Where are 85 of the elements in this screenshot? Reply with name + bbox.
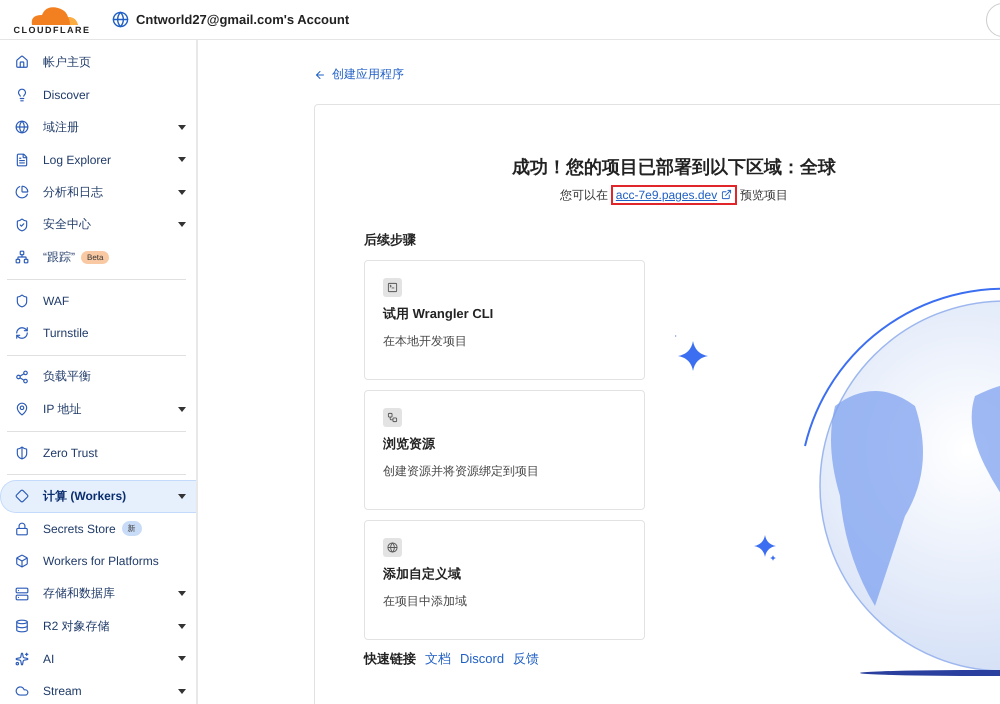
success-title: 成功！您的项目已部署到以下区域：全球	[510, 156, 837, 178]
quick-links-label: 快速链接	[364, 650, 416, 668]
step-description: 创建资源并将资源绑定到项目	[383, 462, 540, 480]
sidebar-item[interactable]: “跟踪” Beta	[0, 241, 196, 274]
nav-label: AI	[43, 652, 54, 666]
nav-icon	[15, 152, 29, 167]
account-name[interactable]: Cntworld27@gmail.com's Account	[136, 12, 350, 27]
sidebar-item[interactable]: Log Explorer	[0, 144, 196, 176]
step-card[interactable]: 试用 Wrangler CLI 在本地开发项目	[364, 260, 645, 380]
back-link[interactable]: 创建应用程序	[314, 66, 404, 83]
step-title: 添加自定义域	[383, 564, 462, 582]
cloudflare-logo[interactable]: CLOUDFLARE	[10, 4, 94, 34]
sidebar-item[interactable]: AI	[0, 642, 196, 675]
sidebar-item[interactable]: Stream	[0, 675, 196, 704]
nav-badge: Beta	[81, 250, 110, 264]
step-card[interactable]: 浏览资源 创建资源并将资源绑定到项目	[364, 390, 645, 510]
sidebar-item[interactable]: 域注册	[0, 111, 196, 144]
nav-icon	[15, 294, 29, 308]
nav-icon	[15, 554, 29, 568]
nav-label: 帐户主页	[43, 54, 91, 71]
quick-link[interactable]: Discord	[460, 651, 504, 666]
sidebar-item[interactable]: 负载平衡	[0, 360, 196, 393]
nav-icon	[15, 55, 29, 70]
sidebar-item[interactable]: Workers for Platforms	[0, 545, 196, 578]
step-icon	[383, 408, 402, 426]
nav-icon	[15, 326, 29, 340]
sidebar-item[interactable]: 帐户主页	[0, 46, 196, 78]
sidebar-item[interactable]: R2 对象存储	[0, 610, 196, 642]
nav-icon	[15, 446, 29, 460]
nav-label: Secrets Store	[43, 522, 116, 536]
nav-icon	[15, 185, 29, 200]
external-link-icon	[721, 189, 732, 200]
sidebar-item[interactable]: 计算 (Workers)	[0, 480, 196, 512]
nav-icon	[15, 250, 29, 264]
sidebar-item[interactable]: 分析和日志	[0, 176, 196, 208]
nav-icon	[15, 652, 29, 666]
nav-icon	[15, 370, 29, 384]
sidebar-item[interactable]: WAF	[0, 284, 196, 317]
nav-label: 计算 (Workers)	[43, 488, 126, 505]
globe-icon	[112, 11, 129, 28]
nav-icon	[15, 489, 29, 504]
sidebar-item[interactable]: 存储和数据库	[0, 578, 196, 610]
nav-label: R2 对象存储	[43, 618, 110, 635]
nav-badge: 新	[122, 521, 142, 536]
nav-icon	[15, 88, 29, 102]
nav-label: IP 地址	[43, 400, 82, 418]
nav-icon	[15, 218, 29, 232]
sidebar-item[interactable]: 安全中心	[0, 208, 196, 241]
nav-icon	[15, 120, 29, 134]
nav-label: Zero Trust	[43, 446, 98, 460]
nav-icon	[15, 522, 29, 536]
nav-label: 负载平衡	[43, 368, 91, 386]
nav-label: 安全中心	[43, 216, 91, 234]
sidebar-item[interactable]: Turnstile	[0, 317, 196, 350]
section-heading: 后续步骤	[364, 230, 417, 248]
nav-label: Turnstile	[43, 326, 89, 340]
step-title: 试用 Wrangler CLI	[383, 304, 494, 322]
preview-link[interactable]: acc-7e9.pages.dev	[610, 184, 738, 204]
step-icon	[383, 538, 402, 556]
nav-label: Log Explorer	[43, 152, 112, 167]
nav-label: “跟踪”	[43, 248, 75, 266]
nav-icon	[15, 402, 29, 416]
nav-label: Stream	[43, 684, 82, 698]
nav-label: 分析和日志	[43, 184, 103, 201]
sidebar-item[interactable]: Zero Trust	[0, 436, 196, 469]
step-description: 在项目中添加域	[383, 592, 468, 610]
nav-icon	[15, 586, 29, 601]
nav-icon	[15, 684, 29, 698]
sidebar-item[interactable]: IP 地址	[0, 393, 196, 426]
quick-link[interactable]: 反馈	[513, 650, 540, 668]
nav-label: 域注册	[43, 118, 79, 136]
quick-link[interactable]: 文档	[425, 650, 451, 668]
nav-label: 存储和数据库	[43, 585, 115, 602]
step-icon	[383, 278, 402, 296]
nav-icon	[15, 619, 29, 634]
step-description: 在本地开发项目	[383, 332, 468, 350]
step-card[interactable]: 添加自定义域 在项目中添加域	[364, 520, 645, 640]
nav-label: Discover	[43, 88, 90, 102]
sidebar-item[interactable]: Discover	[0, 78, 196, 111]
preview-text: 您可以在 acc-7e9.pages.dev 预览项目	[364, 184, 984, 204]
sidebar-item[interactable]: Secrets Store 新	[0, 512, 196, 545]
arrow-left-icon	[314, 68, 326, 80]
step-title: 浏览资源	[383, 434, 436, 452]
nav-label: Workers for Platforms	[43, 554, 159, 568]
nav-label: WAF	[43, 294, 70, 308]
